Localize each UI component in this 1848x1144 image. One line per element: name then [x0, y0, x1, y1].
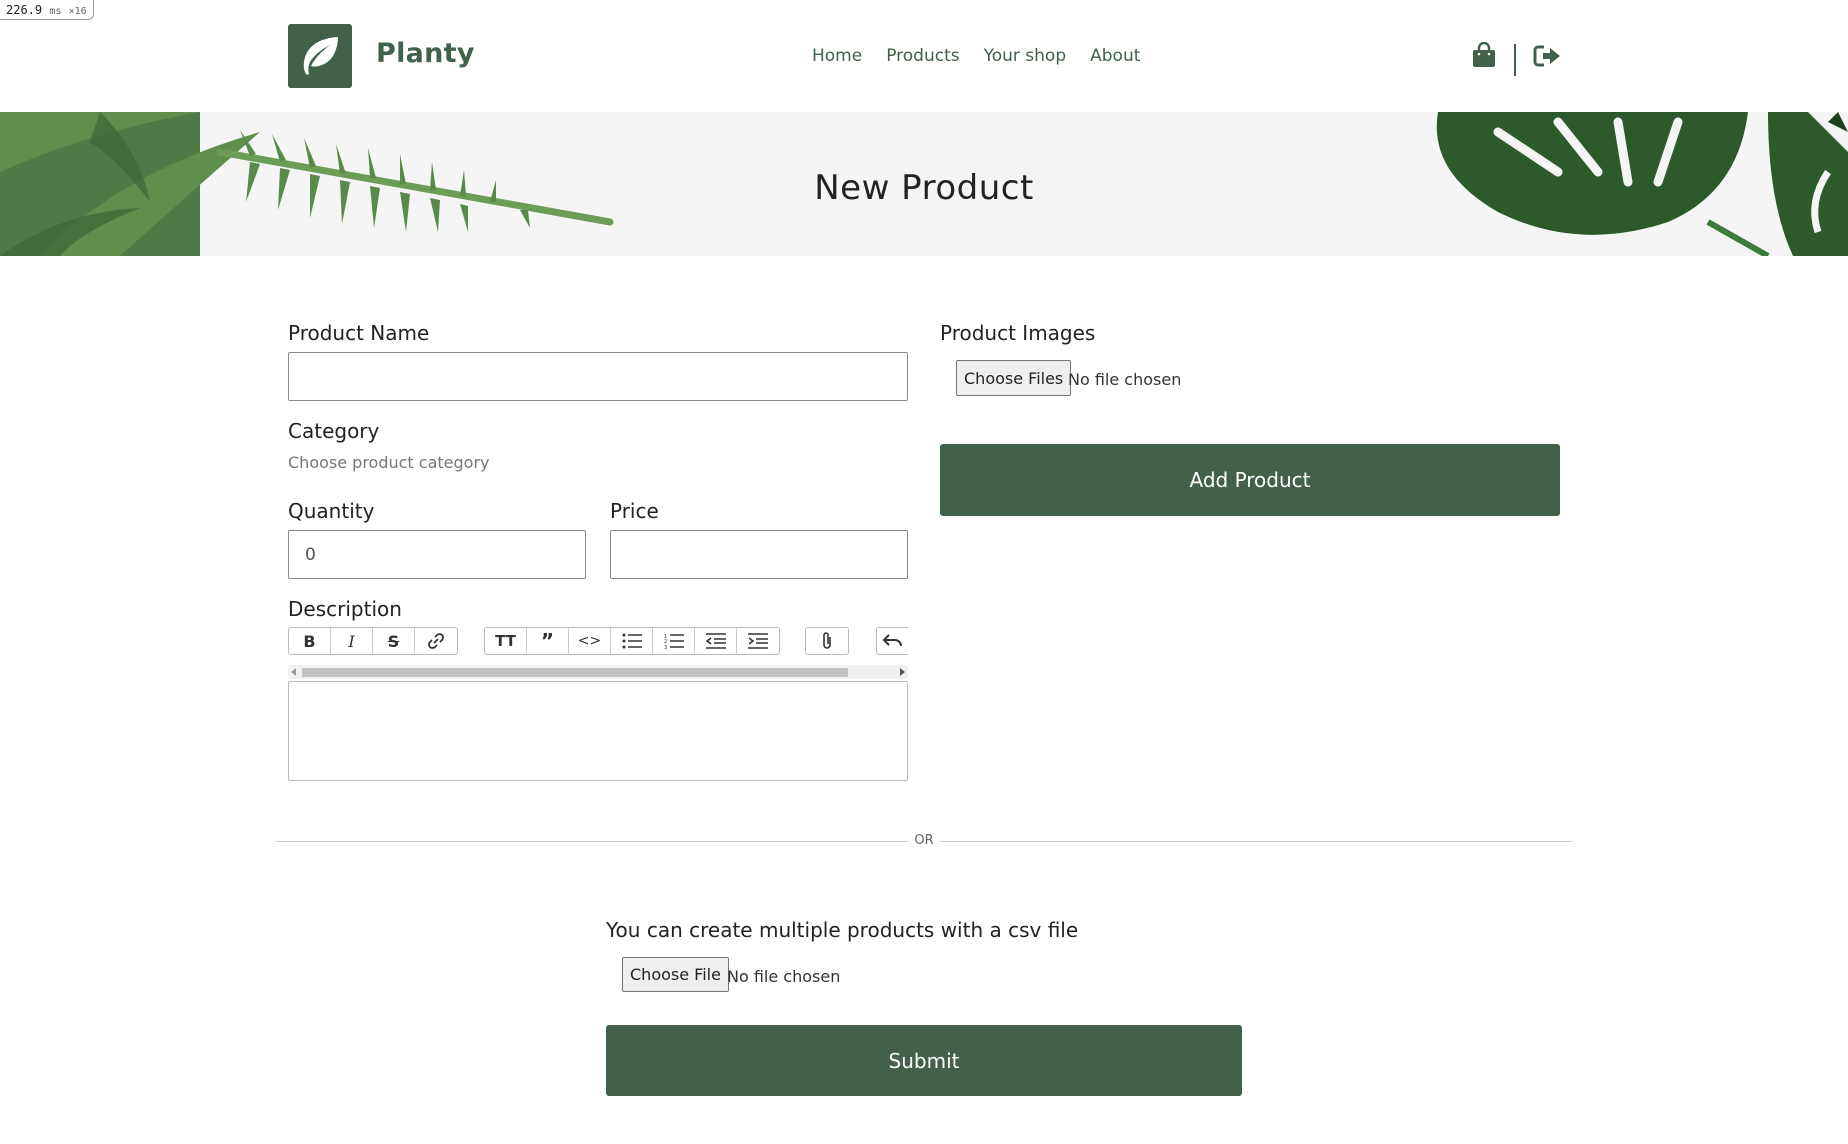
page-banner: New Product	[0, 112, 1848, 256]
logo[interactable]	[288, 24, 352, 88]
monstera-decoration-image	[1436, 112, 1848, 256]
scroll-right-icon[interactable]	[900, 668, 905, 676]
choose-images-button[interactable]: Choose Files	[956, 360, 1072, 396]
category-select[interactable]: Choose product category	[288, 453, 490, 472]
main-nav: Home Products Your shop About	[812, 46, 1164, 66]
separator-line-left	[276, 841, 908, 842]
scroll-left-icon[interactable]	[291, 668, 296, 676]
product-name-input[interactable]	[288, 352, 908, 401]
code-icon[interactable]: <>	[569, 628, 611, 654]
or-separator: OR	[914, 833, 934, 848]
product-images-label: Product Images	[940, 321, 1096, 345]
quantity-label: Quantity	[288, 499, 375, 523]
heading-icon[interactable]: TT	[485, 628, 527, 654]
history-group	[876, 627, 908, 655]
attach-group	[805, 627, 849, 655]
product-name-label: Product Name	[288, 321, 430, 345]
block-format-group: TT ” <> 123	[484, 627, 780, 655]
submit-button[interactable]: Submit	[606, 1025, 1242, 1096]
csv-file-status: No file chosen	[727, 967, 841, 986]
price-label: Price	[610, 499, 659, 523]
quote-icon[interactable]: ”	[527, 628, 569, 654]
description-editor[interactable]	[288, 681, 908, 781]
bold-icon[interactable]: B	[289, 628, 331, 654]
brand-name[interactable]: Planty	[376, 38, 475, 69]
nav-your-shop[interactable]: Your shop	[984, 46, 1067, 66]
bullet-list-icon[interactable]	[611, 628, 653, 654]
nav-about[interactable]: About	[1090, 46, 1140, 66]
attach-icon[interactable]	[806, 628, 848, 654]
svg-text:3: 3	[664, 645, 667, 649]
price-input[interactable]	[610, 530, 908, 579]
quantity-input[interactable]	[288, 530, 586, 579]
site-header: Planty Home Products Your shop About	[0, 0, 1848, 112]
decrease-indent-icon[interactable]	[695, 628, 737, 654]
description-label: Description	[288, 597, 402, 621]
italic-icon[interactable]: I	[331, 628, 373, 654]
undo-icon[interactable]	[877, 628, 908, 654]
csv-label: You can create multiple products with a …	[606, 918, 1079, 942]
scrollbar-thumb[interactable]	[302, 668, 848, 677]
numbered-list-icon[interactable]: 123	[653, 628, 695, 654]
toolbar-scrollbar[interactable]	[288, 665, 908, 679]
leaf-logo-icon	[303, 37, 338, 75]
text-format-group: B I S	[288, 627, 458, 655]
increase-indent-icon[interactable]	[737, 628, 779, 654]
category-label: Category	[288, 419, 380, 443]
nav-home[interactable]: Home	[812, 46, 862, 66]
header-divider	[1514, 44, 1516, 76]
strikethrough-icon[interactable]: S	[373, 628, 415, 654]
link-icon[interactable]	[415, 628, 457, 654]
nav-products[interactable]: Products	[886, 46, 959, 66]
add-product-button[interactable]: Add Product	[940, 444, 1560, 516]
separator-line-right	[940, 841, 1572, 842]
shopping-bag-icon[interactable]	[1472, 41, 1496, 72]
images-file-status: No file chosen	[1068, 370, 1182, 389]
choose-csv-button[interactable]: Choose File	[622, 957, 729, 992]
logout-icon[interactable]	[1533, 44, 1561, 72]
